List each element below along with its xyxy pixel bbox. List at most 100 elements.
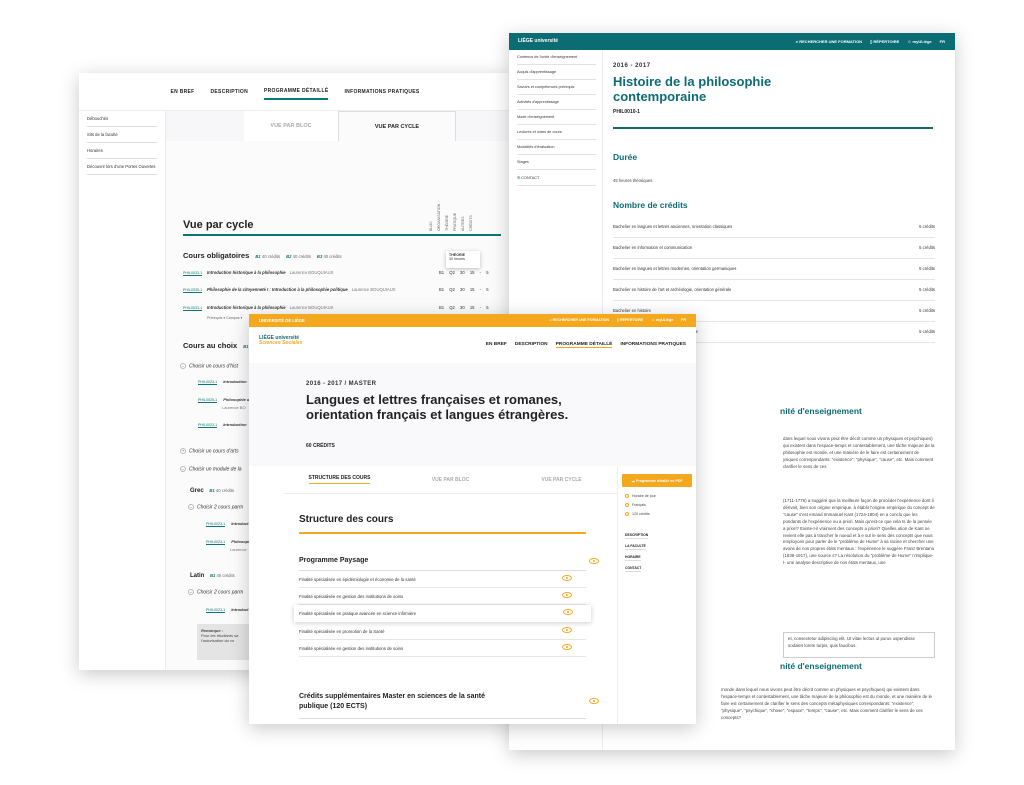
tab-vue-par-cycle[interactable]: VUE PAR CYCLE <box>338 111 456 141</box>
course-name[interactable]: Introduct <box>231 521 248 526</box>
tab-vue-par-bloc[interactable]: VUE PAR BLOC <box>395 466 506 494</box>
side-link-faculte[interactable]: LA FACULTÉ <box>625 544 646 550</box>
course-prof: Laurence BOUQUIAUX <box>351 287 396 292</box>
course-name[interactable]: Philosophie de la citoyenneté I : Introd… <box>207 287 348 292</box>
eye-icon[interactable] <box>562 592 572 598</box>
item-label: Finalité spécialisée en pratique avancée… <box>299 611 417 616</box>
choice-module[interactable]: – Choisir un module de la <box>180 466 242 472</box>
sidebar-item-stages[interactable]: Stages <box>517 155 596 170</box>
sidebar-item-contact[interactable]: ✉ CONTACT <box>517 170 596 186</box>
collapse-icon[interactable]: – <box>188 504 194 510</box>
choice-grec[interactable]: – Choisir 2 cours parm <box>188 504 243 510</box>
list-item[interactable]: Finalité spécialisée en gestion des inst… <box>299 588 586 605</box>
table-row[interactable]: PHIL0033-1 Introduction historique à la … <box>183 304 501 314</box>
nav-description[interactable]: DESCRIPTION <box>211 85 248 99</box>
list-item[interactable]: PHIL0023-1 Introduct <box>206 521 249 527</box>
course-name[interactable]: Introduction <box>223 422 246 427</box>
repertoire-link[interactable]: ▯ RÉPERTOIRE <box>617 318 643 322</box>
side-link-contact[interactable]: CONTACT <box>625 566 642 572</box>
lang-select[interactable]: FR <box>940 39 945 44</box>
tab-vue-par-bloc[interactable]: VUE PAR BLOC <box>244 111 338 141</box>
list-item[interactable]: PHIL0023-1 Introduction <box>198 379 247 385</box>
course-code[interactable]: PHIL0035-1 <box>183 288 203 293</box>
choice-latin[interactable]: – Choisir 2 cours parm <box>188 589 243 595</box>
sidebar-item-portes-ouvertes[interactable]: Découvrir lors d'une Portes Ouvertes <box>87 159 157 175</box>
faculty-logo[interactable]: LIÈGE université Sciences Sociales <box>259 336 302 346</box>
list-item[interactable]: PHIL0025-1 Philosophie d <box>198 397 249 403</box>
expand-icon[interactable]: + <box>180 448 186 454</box>
course-code[interactable]: PHIL0023-1 <box>206 522 226 527</box>
course-code[interactable]: PHIL0023-1 <box>206 608 226 613</box>
course-code[interactable]: PHIL0023-1 <box>206 540 226 545</box>
nav-informations-pratiques[interactable]: INFORMATIONS PRATIQUES <box>620 342 686 348</box>
course-code[interactable]: PHIL0023-1 <box>198 380 218 385</box>
pdf-button[interactable]: ☁ Programme détaillé en PDF <box>622 474 692 487</box>
repertoire-link[interactable]: ▯ RÉPERTOIRE <box>870 39 899 44</box>
nav-description[interactable]: DESCRIPTION <box>515 342 548 348</box>
table-row[interactable]: PHIL0033-1 Introduction historique à la … <box>183 269 501 279</box>
uliege-logo[interactable]: LIÈGE université <box>518 38 558 44</box>
sidebar-item-modalites[interactable]: Modalités d'évaluation <box>517 140 596 155</box>
sidebar-item-mode[interactable]: Mode d'enseignement <box>517 110 596 125</box>
course-name[interactable]: Philosophie d <box>223 397 249 402</box>
brand-label[interactable]: UNIVERSITÉ DE LIÈGE <box>259 318 305 323</box>
row-filters[interactable]: Prérequis ▾ Campus ▾ <box>207 316 242 320</box>
course-name[interactable]: Introduction <box>223 379 246 384</box>
eye-icon[interactable] <box>562 575 572 581</box>
tab-structure[interactable]: STRUCTURE DES COURS <box>284 466 395 494</box>
side-link-description[interactable]: DESCRIPTION <box>625 533 649 539</box>
course-code[interactable]: PHIL0023-1 <box>198 423 218 428</box>
course-prof: Laurence <box>230 547 247 552</box>
eye-icon[interactable] <box>562 627 572 633</box>
sidebar-item-prerequis[interactable]: Savoirs et compétences prérequis <box>517 80 596 95</box>
sidebar-item-site[interactable]: Sits de la faculté <box>87 127 157 143</box>
sidebar-item-debouches[interactable]: Débouchés <box>87 111 157 127</box>
collapse-icon[interactable]: – <box>180 363 186 369</box>
eye-icon[interactable] <box>562 644 572 650</box>
course-name[interactable]: Introduction historique à la philosophie <box>207 305 286 310</box>
tab-vue-par-cycle[interactable]: VUE PAR CYCLE <box>506 466 617 494</box>
course-code[interactable]: PHIL0033-1 <box>183 306 203 311</box>
eye-icon[interactable] <box>589 558 599 564</box>
list-item[interactable]: Finalité spécialisée en épidémiologie et… <box>299 571 586 588</box>
list-item[interactable]: Finalité spécialisée en gestion des inst… <box>299 640 586 657</box>
side-link-horaire[interactable]: HORAIRE <box>625 555 641 561</box>
course-name[interactable]: Introduction historique à la philosophie <box>207 270 286 275</box>
myulg-link[interactable]: ☺ myULiège <box>651 318 673 322</box>
eye-icon[interactable] <box>589 698 599 704</box>
lang-select[interactable]: FR <box>681 318 686 322</box>
sidebar-item-horaires[interactable]: Horaires <box>87 143 157 159</box>
search-link[interactable]: ⌕ RECHERCHER UNE FORMATION <box>796 39 862 44</box>
choice-histoire[interactable]: – Choisir un cours d'hist <box>180 363 238 369</box>
course-code[interactable]: PHIL0033-1 <box>183 271 203 276</box>
list-item[interactable]: PHIL0023-1 Introduct <box>206 607 249 613</box>
sidebar-item-contenus[interactable]: Contenus de l'unité d'enseignement <box>517 50 596 65</box>
nav-programme-detaille[interactable]: PROGRAMME DÉTAILLÉ <box>555 342 613 348</box>
course-name[interactable]: Introduct <box>231 607 248 612</box>
sidebar-item-lectures[interactable]: Lectures et notes de cours <box>517 125 596 140</box>
nav-en-bref[interactable]: EN BREF <box>170 85 194 99</box>
table-row[interactable]: PHIL0035-1 Philosophie de la citoyenneté… <box>183 286 501 296</box>
course-code[interactable]: PHIL0025-1 <box>198 398 218 403</box>
remark-text: Pour les étudiants sa l'autorisation du … <box>201 633 239 643</box>
eye-icon[interactable] <box>563 609 573 615</box>
list-item-hovered[interactable]: Finalité spécialisée en pratique avancée… <box>294 605 591 622</box>
course-name[interactable]: Philosoph <box>231 539 250 544</box>
list-item[interactable]: Finalité spécialisée en promotion de la … <box>299 623 586 640</box>
credit-value: 5 crédits <box>919 329 935 334</box>
collapse-icon[interactable]: – <box>180 466 186 472</box>
logo-bottom: Sciences Sociales <box>259 340 303 346</box>
list-item[interactable]: PHIL0023-1 Introduction <box>198 422 247 428</box>
list-item[interactable]: PHIL0023-1 Philosoph <box>206 539 251 545</box>
sidebar-item-acquis[interactable]: Acquis d'apprentissage <box>517 65 596 80</box>
search-link[interactable]: ⌕ RECHERCHER UNE FORMATION <box>550 318 609 322</box>
nav-en-bref[interactable]: EN BREF <box>486 342 507 348</box>
collapse-icon[interactable]: – <box>188 589 194 595</box>
sidebar-item-activites[interactable]: Activités d'apprentissage <box>517 95 596 110</box>
nav-informations-pratiques[interactable]: INFORMATIONS PRATIQUES <box>344 85 419 99</box>
pdf-label: Programme détaillé en PDF <box>635 478 683 483</box>
choice-arts[interactable]: + Choisir un cours d'arts <box>180 448 239 454</box>
myulg-link[interactable]: ☺ myULiège <box>907 39 931 44</box>
myulg-label: myULiège <box>656 318 674 322</box>
nav-programme-detaille[interactable]: PROGRAMME DÉTAILLÉ <box>264 84 329 100</box>
